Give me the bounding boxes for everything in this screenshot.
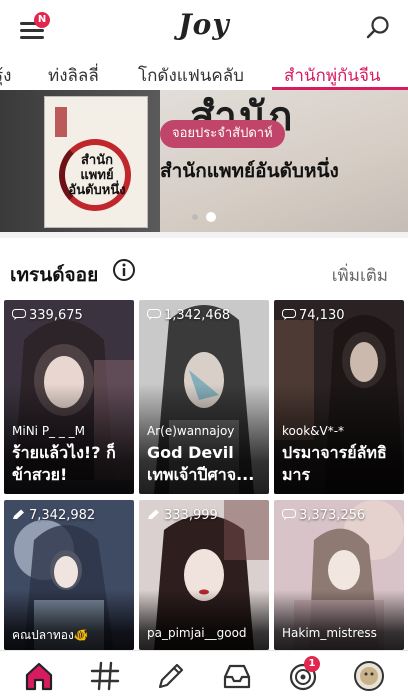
story-card[interactable]: 7,342,982 คณปลาทอง🐠 <box>4 500 134 650</box>
pencil-icon <box>148 509 159 519</box>
pagination-dot[interactable] <box>192 214 198 220</box>
story-author: MiNi P_ _ _M <box>12 424 86 438</box>
book-cover-title: สำนัก แพทย์ อันดับหนึ่ง <box>68 153 126 198</box>
section-title: เทรนด์จอย <box>10 264 99 286</box>
joy-chat-icon <box>147 309 161 320</box>
home-icon[interactable] <box>22 659 56 693</box>
see-more-link[interactable]: เพิ่มเติม <box>332 262 388 289</box>
inbox-tray-icon[interactable] <box>220 659 254 693</box>
joy-chat-icon <box>282 309 296 320</box>
profile-avatar-icon[interactable] <box>352 659 386 693</box>
pencil-icon <box>13 509 24 519</box>
weekly-joy-badge: จอยประจำสัปดาห์ <box>160 120 285 148</box>
story-title: ร้ายแล้วไง!? ก็ข้าสวย! <box>12 443 116 484</box>
bottom-navigation <box>0 650 408 700</box>
story-author: Ar(e)wannajoy <box>147 424 235 438</box>
story-author: Hakim_mistress <box>282 626 377 640</box>
hashtag-icon[interactable] <box>88 659 122 693</box>
app-logo: Joy <box>178 8 230 41</box>
search-icon[interactable] <box>364 14 392 42</box>
story-card[interactable]: 3,373,256 Hakim_mistress <box>274 500 404 650</box>
read-count: 339,675 <box>12 308 83 323</box>
read-count: 3,373,256 <box>282 508 365 523</box>
notification-badge: 1 <box>304 656 320 672</box>
tab-rainbow[interactable]: รุ้ง <box>0 62 11 89</box>
joy-chat-icon <box>282 509 296 520</box>
pagination-dot-active[interactable] <box>206 212 216 222</box>
tab-lily[interactable]: ท่งลิลลี่ <box>48 62 99 89</box>
read-count: 1,342,468 <box>147 308 230 323</box>
story-title: ปรมาจารย์ลัทธิมาร <box>282 443 387 484</box>
pencil-icon[interactable] <box>154 659 188 693</box>
banner-title: สำนักแพทย์อันดับหนึ่ง <box>160 160 339 182</box>
story-card[interactable]: 1,342,468 Ar(e)wannajoy God Devil เทพเจ้… <box>139 300 269 494</box>
story-card[interactable]: 74,130 kook&V*-* ปรมาจารย์ลัทธิมาร <box>274 300 404 494</box>
banner-book-cover: สำนัก แพทย์ อันดับหนึ่ง <box>44 96 148 228</box>
read-count: 74,130 <box>282 308 345 323</box>
tab-chinese-brush[interactable]: สำนักพู่กันจีน <box>284 62 381 89</box>
read-count: 333,999 <box>147 508 218 523</box>
story-card[interactable]: 333,999 pa_pimjai__good <box>139 500 269 650</box>
read-count: 7,342,982 <box>12 508 95 523</box>
story-author: pa_pimjai__good <box>147 626 247 640</box>
story-title: God Devil เทพเจ้าปีศาจ... <box>147 443 255 484</box>
story-card[interactable]: 339,675 MiNi P_ _ _M ร้ายแล้วไง!? ก็ข้าส… <box>4 300 134 494</box>
story-author: คณปลาทอง🐠 <box>12 628 89 642</box>
trending-section-header: เทรนด์จอย เพิ่มเติม <box>0 232 408 300</box>
info-icon[interactable] <box>112 258 136 282</box>
app-header: N Joy <box>0 0 408 56</box>
joy-chat-icon <box>12 309 26 320</box>
story-author: kook&V*-* <box>282 424 345 438</box>
